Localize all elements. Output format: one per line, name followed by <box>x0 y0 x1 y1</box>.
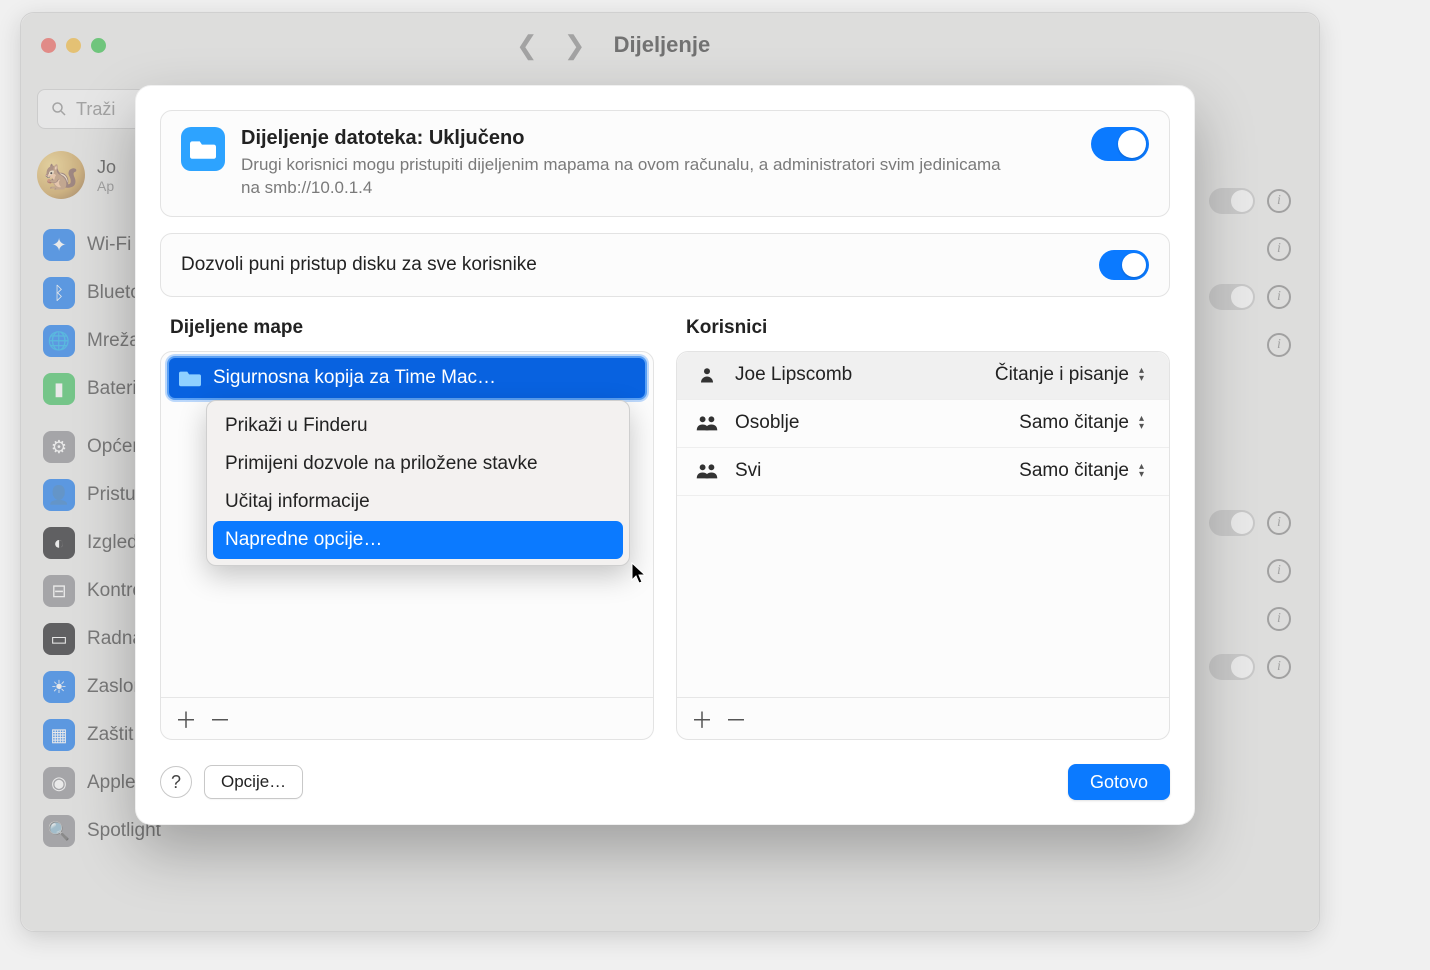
user-row[interactable]: Svi Samo čitanje ▴▾ <box>677 448 1169 496</box>
screensaver-icon: ▦ <box>43 719 75 751</box>
folder-add-remove-bar: ＋ － <box>161 697 653 739</box>
nav-arrows: ❮ ❯ <box>516 30 586 61</box>
bluetooth-icon: ᛒ <box>43 277 75 309</box>
close-window-icon[interactable] <box>41 38 56 53</box>
add-folder-button[interactable]: ＋ <box>171 704 201 734</box>
info-icon: i <box>1267 655 1291 679</box>
permission-select[interactable]: Samo čitanje <box>1019 460 1129 482</box>
battery-icon: ▮ <box>43 373 75 405</box>
back-icon[interactable]: ❮ <box>516 30 538 61</box>
siri-icon: ◉ <box>43 767 75 799</box>
folder-share-icon <box>181 127 225 171</box>
search-icon <box>50 100 68 118</box>
traffic-lights <box>41 38 106 53</box>
sidebar-item-label: Zaštit <box>87 724 133 746</box>
users-header: Korisnici <box>686 317 1170 339</box>
toggle-icon <box>1209 188 1255 214</box>
sidebar-item-label: Blueto <box>87 282 141 304</box>
sheet-footer: ? Opcije… Gotovo <box>160 756 1170 800</box>
user-name-label: Joe Lipscomb <box>735 364 852 386</box>
permission-select[interactable]: Samo čitanje <box>1019 412 1129 434</box>
menu-item-apply-permissions[interactable]: Primijeni dozvole na priložene stavke <box>213 445 623 483</box>
page-title: Dijeljenje <box>614 32 711 58</box>
shared-folders-list: Sigurnosna kopija za Time Mac… Prikaži u… <box>160 351 654 740</box>
folder-icon <box>179 369 201 387</box>
file-sharing-status-card: Dijeljenje datoteka: Uključeno Drugi kor… <box>160 110 1170 217</box>
zoom-window-icon[interactable] <box>91 38 106 53</box>
info-icon: i <box>1267 607 1291 631</box>
avatar: 🐿️ <box>37 151 85 199</box>
user-name-label: Svi <box>735 460 761 482</box>
users-column: Korisnici Joe Lipscomb Čitanje i pisanje… <box>676 313 1170 740</box>
file-sharing-title: Dijeljenje datoteka: Uključeno <box>241 127 1021 150</box>
sidebar-item-label: Pristu <box>87 484 136 506</box>
info-icon: i <box>1267 333 1291 357</box>
help-button[interactable]: ? <box>160 766 192 798</box>
folder-context-menu: Prikaži u Finderu Primijeni dozvole na p… <box>206 400 630 566</box>
info-icon: i <box>1267 511 1291 535</box>
person-icon <box>693 366 721 384</box>
options-button[interactable]: Opcije… <box>204 765 303 799</box>
wifi-icon: ✦ <box>43 229 75 261</box>
search-placeholder: Traži <box>76 99 115 120</box>
gear-icon: ⚙ <box>43 431 75 463</box>
globe-icon: 🌐 <box>43 325 75 357</box>
user-sub: Ap <box>97 178 116 194</box>
stepper-icon[interactable]: ▴▾ <box>1139 461 1155 481</box>
sidebar-item-label: Mreža <box>87 330 140 352</box>
info-icon: i <box>1267 285 1291 309</box>
menu-item-get-info[interactable]: Učitaj informacije <box>213 483 623 521</box>
sidebar-item-label: Wi-Fi <box>87 234 131 256</box>
users-list: Joe Lipscomb Čitanje i pisanje ▴▾ Osoblj… <box>676 351 1170 740</box>
menu-item-advanced-options[interactable]: Napredne opcije… <box>213 521 623 559</box>
user-row[interactable]: Joe Lipscomb Čitanje i pisanje ▴▾ <box>677 352 1169 400</box>
toggle-icon <box>1209 510 1255 536</box>
info-icon: i <box>1267 559 1291 583</box>
shared-folders-header: Dijeljene mape <box>170 317 654 339</box>
desktop-icon: ▭ <box>43 623 75 655</box>
user-row[interactable]: Osoblje Samo čitanje ▴▾ <box>677 400 1169 448</box>
titlebar: ❮ ❯ Dijeljenje <box>21 13 1319 77</box>
folder-name: Sigurnosna kopija za Time Mac… <box>213 367 496 389</box>
user-name-label: Osoblje <box>735 412 799 434</box>
user-name: Jo <box>97 157 116 178</box>
toggle-icon <box>1209 284 1255 310</box>
file-sharing-toggle[interactable] <box>1091 127 1149 161</box>
menu-item-show-in-finder[interactable]: Prikaži u Finderu <box>213 407 623 445</box>
shared-folders-column: Dijeljene mape Sigurnosna kopija za Time… <box>160 313 654 740</box>
full-disk-access-card: Dozvoli puni pristup disku za sve korisn… <box>160 233 1170 297</box>
spotlight-icon: 🔍 <box>43 815 75 847</box>
group-icon <box>693 462 721 480</box>
stepper-icon[interactable]: ▴▾ <box>1139 413 1155 433</box>
stepper-icon[interactable]: ▴▾ <box>1139 365 1155 385</box>
file-sharing-sheet: Dijeljenje datoteka: Uključeno Drugi kor… <box>135 85 1195 825</box>
info-icon: i <box>1267 189 1291 213</box>
display-icon: ☀ <box>43 671 75 703</box>
user-add-remove-bar: ＋ － <box>677 697 1169 739</box>
sidebar-item-label: Baterij <box>87 378 141 400</box>
control-icon: ⊟ <box>43 575 75 607</box>
sidebar-item-label: Izgled <box>87 532 138 554</box>
add-user-button[interactable]: ＋ <box>687 704 717 734</box>
minimize-window-icon[interactable] <box>66 38 81 53</box>
full-access-label: Dozvoli puni pristup disku za sve korisn… <box>181 254 537 276</box>
full-access-toggle[interactable] <box>1099 250 1149 280</box>
remove-user-button[interactable]: － <box>721 704 751 734</box>
accessibility-icon: 👤 <box>43 479 75 511</box>
info-icon: i <box>1267 237 1291 261</box>
appearance-icon: ◐ <box>43 527 75 559</box>
remove-folder-button[interactable]: － <box>205 704 235 734</box>
toggle-icon <box>1209 654 1255 680</box>
permission-select[interactable]: Čitanje i pisanje <box>995 364 1129 386</box>
file-sharing-description: Drugi korisnici mogu pristupiti dijeljen… <box>241 154 1021 200</box>
shared-folder-item[interactable]: Sigurnosna kopija za Time Mac… <box>167 356 647 400</box>
forward-icon[interactable]: ❯ <box>564 30 586 61</box>
group-icon <box>693 414 721 432</box>
done-button[interactable]: Gotovo <box>1068 764 1170 800</box>
